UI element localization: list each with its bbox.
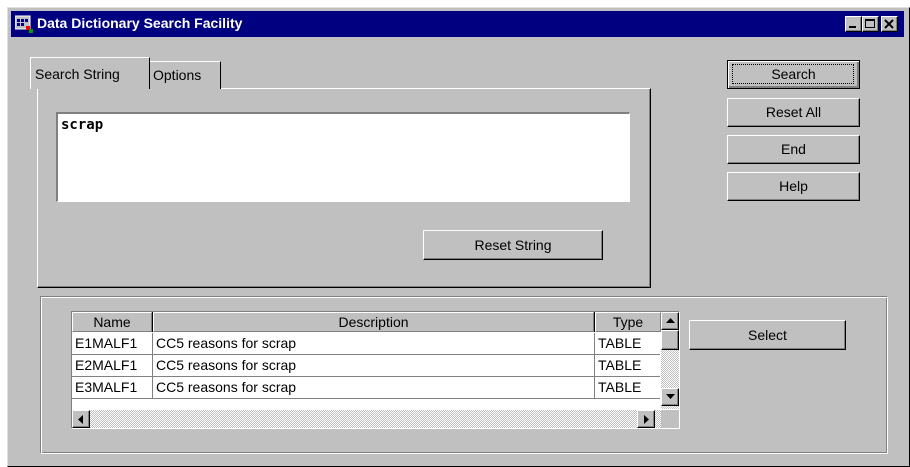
reset-all-button[interactable]: Reset All (727, 98, 860, 127)
cell-type: TABLE (598, 335, 642, 351)
cell-name: E1MALF1 (72, 333, 153, 354)
focus-ring (732, 64, 854, 84)
column-header-type[interactable]: Type (595, 312, 661, 332)
help-button[interactable]: Help (727, 172, 860, 201)
arrow-right-icon (644, 415, 649, 424)
minimize-button[interactable] (845, 16, 862, 32)
results-grid[interactable]: Name Description Type E1MALF1 CC5 reason… (71, 311, 680, 429)
column-header-description[interactable]: Description (153, 312, 594, 332)
arrow-up-icon (666, 318, 675, 323)
vertical-scrollbar[interactable] (661, 312, 679, 409)
scroll-left-button[interactable] (72, 410, 90, 428)
scroll-up-button[interactable] (661, 312, 679, 330)
scroll-down-button[interactable] (661, 388, 679, 406)
close-icon (884, 19, 894, 29)
end-label: End (781, 141, 806, 157)
maximize-button[interactable] (862, 16, 879, 32)
cell-name: E3MALF1 (72, 377, 153, 398)
table-row[interactable]: E3MALF1 CC5 reasons for scrap TABLE (72, 377, 660, 399)
search-string-input[interactable]: scrap (56, 112, 630, 202)
close-button[interactable] (881, 16, 898, 32)
select-button-label: Select (748, 327, 787, 343)
reset-all-label: Reset All (765, 104, 822, 120)
cell-name: E2MALF1 (72, 355, 153, 376)
scroll-right-button[interactable] (637, 410, 655, 428)
scrollbar-corner (661, 410, 679, 428)
app-grid-icon[interactable] (14, 15, 33, 33)
search-button[interactable]: Search (727, 60, 860, 89)
cell-description: CC5 reasons for scrap (153, 377, 595, 398)
maximize-icon (865, 19, 875, 28)
window-title: Data Dictionary Search Facility (37, 15, 243, 31)
reset-string-button[interactable]: Reset String (423, 230, 603, 260)
cell-type: TABLE (598, 379, 642, 395)
title-bar[interactable]: Data Dictionary Search Facility (11, 11, 904, 37)
vertical-scroll-thumb[interactable] (661, 330, 679, 350)
arrow-down-icon (666, 394, 675, 399)
table-row[interactable]: E2MALF1 CC5 reasons for scrap TABLE (72, 355, 660, 377)
cell-description: CC5 reasons for scrap (153, 355, 595, 376)
minimize-icon (849, 26, 856, 28)
help-label: Help (779, 178, 808, 194)
tab-options[interactable]: Options (148, 61, 221, 89)
reset-string-label: Reset String (474, 237, 552, 253)
table-row[interactable]: E1MALF1 CC5 reasons for scrap TABLE (72, 333, 660, 355)
column-header-name[interactable]: Name (72, 312, 152, 332)
tab-search-string[interactable]: Search String (30, 57, 150, 89)
end-button[interactable]: End (727, 135, 860, 164)
arrow-left-icon (78, 415, 83, 424)
horizontal-scrollbar[interactable] (72, 410, 661, 428)
cell-type: TABLE (598, 357, 642, 373)
select-button[interactable]: Select (689, 320, 846, 350)
cell-description: CC5 reasons for scrap (153, 333, 595, 354)
